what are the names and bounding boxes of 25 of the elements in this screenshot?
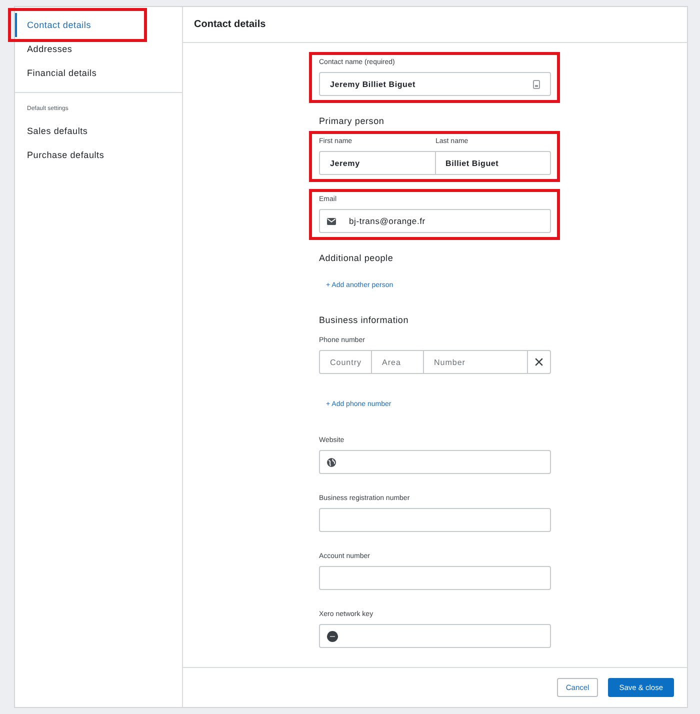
input-field[interactable]: Jeremy Billiet Biguet (319, 72, 551, 96)
input-field[interactable] (319, 624, 551, 648)
logo-icon (327, 630, 338, 642)
sidebar-item[interactable]: Financial details (15, 61, 182, 85)
phone-part-field[interactable]: Country (319, 350, 372, 374)
input-field[interactable]: Billiet Biguet (434, 151, 551, 175)
sidebar-item[interactable]: Sales defaults (15, 119, 182, 143)
mail-icon (327, 218, 336, 224)
sidebar-item[interactable]: Purchase defaults (15, 143, 182, 167)
input-field[interactable] (319, 508, 551, 532)
page-title: Contact details (194, 19, 266, 30)
input-field[interactable]: bj-trans@orange.fr (319, 209, 551, 233)
input-field[interactable] (319, 566, 551, 590)
section-heading: Primary person (319, 115, 386, 127)
phone-part-field[interactable]: Area (371, 350, 424, 374)
section-heading: Business information (319, 314, 410, 326)
sidebar-item[interactable]: Addresses (15, 37, 182, 61)
section-heading: Additional people (319, 252, 394, 264)
sidebar-item[interactable]: Contact details (15, 13, 182, 37)
input-field[interactable]: Jeremy (319, 151, 436, 175)
globe-icon (327, 458, 336, 466)
close-icon (535, 358, 543, 366)
clear-button[interactable] (527, 350, 551, 374)
card-icon (533, 80, 540, 88)
input-field[interactable] (319, 450, 551, 474)
